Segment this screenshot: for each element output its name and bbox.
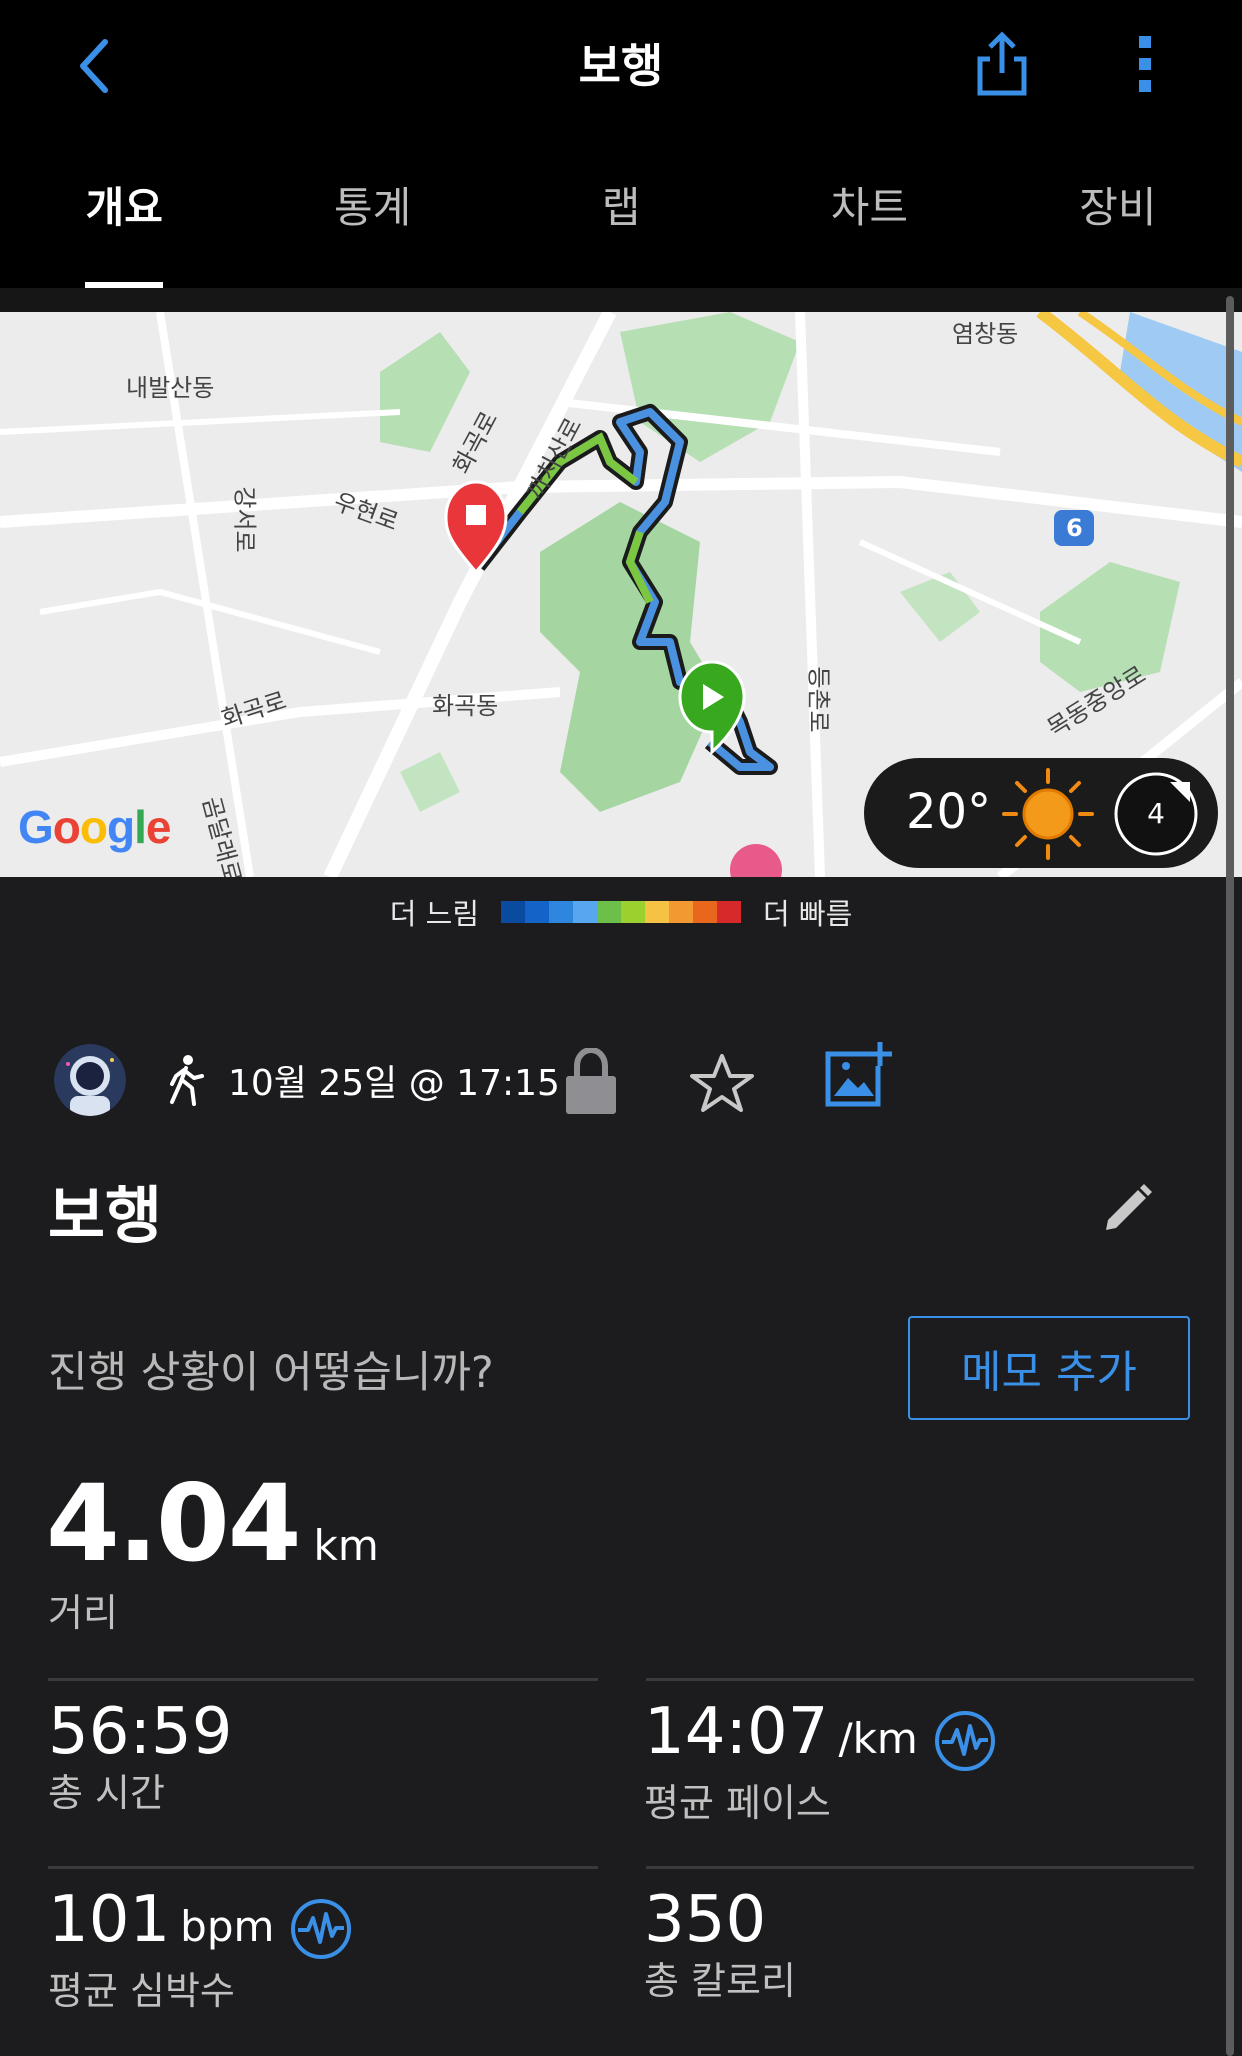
pace-color-scale	[501, 901, 741, 923]
edit-pencil-icon[interactable]	[1100, 1182, 1154, 1236]
page-title: 보행	[578, 39, 664, 93]
map-label: 염창동	[952, 320, 1019, 348]
share-icon	[977, 31, 1027, 96]
map-label: 강서로	[230, 486, 259, 553]
divider	[48, 1866, 598, 1869]
tab-gear[interactable]: 장비	[994, 160, 1242, 288]
total-time-stat: 56:59 총 시간	[48, 1694, 232, 1816]
heart-rate-icon[interactable]	[290, 1898, 352, 1960]
more-options-button[interactable]	[1120, 28, 1170, 100]
total-calories-stat: 350 총 칼로리	[644, 1882, 796, 2004]
astronaut-avatar-icon	[54, 1044, 126, 1116]
stat-value: 101	[48, 1883, 171, 1957]
tab-stats[interactable]: 통계	[248, 160, 496, 288]
divider	[646, 1866, 1194, 1869]
more-vertical-icon	[1139, 36, 1151, 92]
stat-value: 350	[644, 1883, 767, 1957]
tab-bar: 개요 통계 랩 차트 장비	[0, 160, 1242, 288]
legend-faster: 더 빠름	[763, 897, 853, 931]
lock-icon[interactable]	[564, 1048, 618, 1114]
activity-datetime: 10월 25일 @ 17:15	[228, 1063, 560, 1104]
wind-indicator: 4	[1114, 772, 1198, 856]
divider	[646, 1678, 1194, 1681]
favorite-star-icon[interactable]	[690, 1052, 754, 1114]
route-map[interactable]: 내발산동 강서로 우현로 화곡로 화곡로 화곡동 까치산로 염창동 등촌로 목동…	[0, 312, 1242, 877]
distance-stat: 4.04 km	[46, 1462, 379, 1585]
tab-charts[interactable]: 차트	[745, 160, 993, 288]
stat-unit: /km	[838, 1714, 918, 1763]
distance-label: 거리	[48, 1591, 118, 1635]
stat-unit: bpm	[180, 1902, 275, 1951]
sunny-icon	[1002, 768, 1094, 860]
scrollbar[interactable]	[1226, 296, 1234, 2056]
separator	[0, 288, 1242, 312]
activity-meta-row: 10월 25일 @ 17:15	[54, 1040, 1194, 1120]
activity-name: 보행	[48, 1179, 163, 1252]
stat-label: 평균 페이스	[644, 1780, 831, 1825]
legend-slower: 더 느림	[389, 897, 479, 931]
map-label: 화곡동	[432, 692, 499, 720]
wind-speed: 4	[1147, 797, 1165, 830]
weather-widget[interactable]: 20° 4	[864, 758, 1218, 868]
add-memo-button[interactable]: 메모 추가	[908, 1316, 1190, 1420]
pace-legend: 더 느림 더 빠름	[0, 890, 1242, 934]
heart-rate-icon[interactable]	[934, 1710, 996, 1772]
avg-heart-rate-stat: 101 bpm 평균 심박수	[48, 1882, 352, 2014]
distance-value: 4.04	[46, 1462, 302, 1585]
map-label: 내발산동	[126, 374, 215, 402]
distance-unit: km	[313, 1521, 379, 1570]
stat-label: 총 시간	[48, 1771, 165, 1815]
highway-number: 6	[1066, 514, 1083, 542]
share-button[interactable]	[970, 28, 1034, 100]
temperature: 20°	[906, 784, 992, 840]
progress-prompt: 진행 상황이 어떻습니까?	[48, 1348, 494, 1398]
add-photo-icon[interactable]	[824, 1040, 892, 1108]
avg-pace-stat: 14:07/km 평균 페이스	[644, 1694, 996, 1826]
top-bar: 보행 개요 통계 랩 차트 장비	[0, 0, 1242, 288]
avatar[interactable]	[54, 1044, 126, 1116]
map-label: 등촌로	[804, 666, 833, 733]
stat-label: 평균 심박수	[48, 1968, 235, 2013]
stat-value: 56:59	[48, 1695, 233, 1769]
divider	[48, 1678, 598, 1681]
tab-overview[interactable]: 개요	[0, 160, 248, 288]
tab-laps[interactable]: 랩	[497, 160, 745, 288]
walking-icon	[170, 1055, 204, 1106]
stat-value: 14:07	[644, 1695, 829, 1769]
back-button[interactable]	[70, 30, 120, 102]
stat-label: 총 칼로리	[644, 1959, 796, 2003]
google-logo: Google	[18, 801, 171, 853]
chevron-left-icon	[80, 39, 108, 93]
